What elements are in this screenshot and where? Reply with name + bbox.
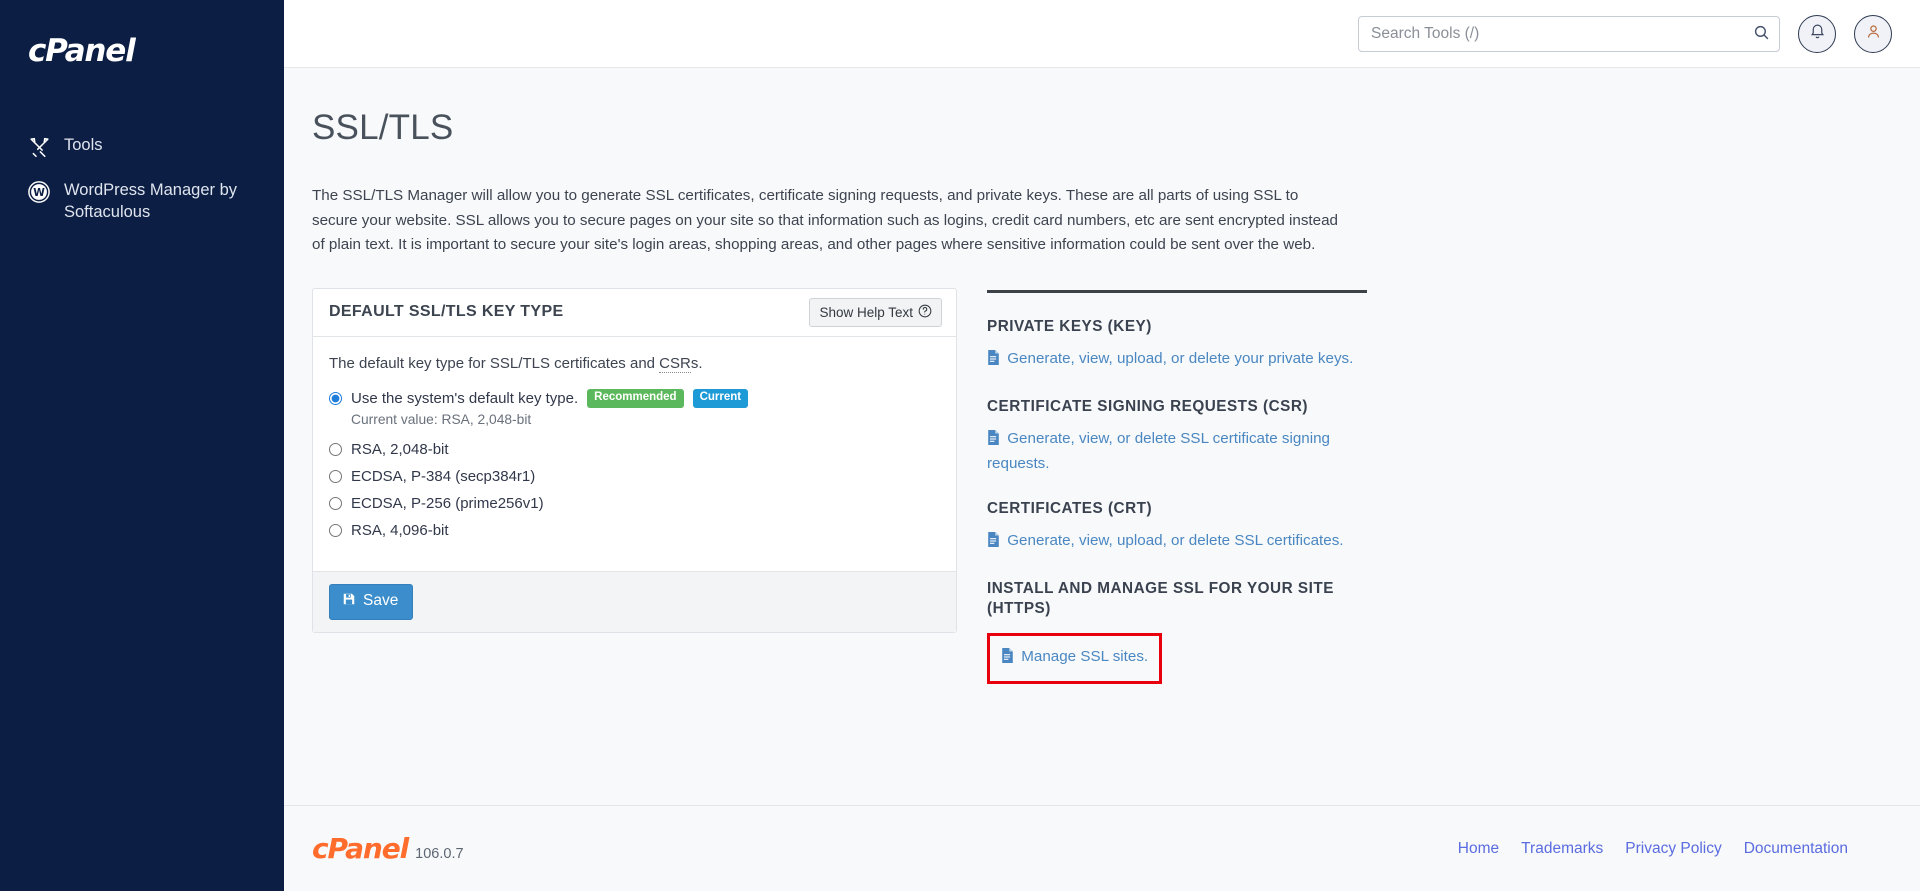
radio-input-system-default[interactable] — [329, 391, 342, 405]
panel-section-certificates: CERTIFICATES (CRT) Generate, view, uploa… — [987, 499, 1367, 555]
save-button[interactable]: Save — [329, 583, 414, 620]
show-help-text-button[interactable]: Show Help Text — [809, 297, 942, 327]
document-icon — [1001, 647, 1018, 667]
link-certificates[interactable]: Generate, view, upload, or delete SSL ce… — [987, 530, 1367, 555]
link-csr[interactable]: Generate, view, or delete SSL certificat… — [987, 428, 1367, 475]
radio-label[interactable]: ECDSA, P-256 (prime256v1) — [351, 495, 544, 512]
link-label: Generate, view, or delete SSL certificat… — [987, 430, 1331, 472]
card-footer: Save — [313, 570, 956, 632]
csr-abbr: CSR — [659, 354, 691, 373]
footer-links: Home Trademarks Privacy Policy Documenta… — [1458, 840, 1848, 858]
wordpress-icon: W — [28, 181, 50, 203]
document-icon — [987, 350, 1004, 369]
link-private-keys[interactable]: Generate, view, upload, or delete your p… — [987, 348, 1367, 373]
badge-current: Current — [692, 389, 749, 408]
question-circle-icon — [918, 304, 932, 321]
radio-option-rsa-2048[interactable]: RSA, 2,048-bit — [329, 437, 940, 462]
sidebar-item-tools[interactable]: Tools — [0, 124, 284, 169]
search-button[interactable] — [1743, 17, 1779, 51]
footer-link-privacy-policy[interactable]: Privacy Policy — [1625, 840, 1721, 858]
panel-heading: PRIVATE KEYS (KEY) — [987, 317, 1152, 335]
footer-link-home[interactable]: Home — [1458, 840, 1499, 858]
card-body: The default key type for SSL/TLS certifi… — [313, 337, 956, 571]
page-title: SSL/TLS — [312, 108, 454, 147]
bell-icon — [1809, 23, 1826, 45]
card-title: DEFAULT SSL/TLS KEY TYPE — [329, 303, 564, 321]
save-button-label: Save — [363, 592, 399, 610]
content-area: SSL/TLS The SSL/TLS Manager will allow y… — [284, 68, 1920, 805]
radio-input-ecdsa-p384[interactable] — [329, 469, 342, 483]
lead-suffix: s. — [690, 354, 703, 372]
sidebar-item-label: Tools — [64, 136, 103, 154]
page-intro-text: The SSL/TLS Manager will allow you to ge… — [312, 187, 1338, 254]
link-label: Generate, view, upload, or delete your p… — [1007, 350, 1354, 368]
radio-label[interactable]: ECDSA, P-384 (secp384r1) — [351, 468, 535, 485]
search-icon — [1753, 24, 1770, 44]
radio-label[interactable]: RSA, 2,048-bit — [351, 441, 449, 458]
panel-heading: CERTIFICATE SIGNING REQUESTS (CSR) — [987, 397, 1308, 415]
page-footer: cPanel 106.0.7 Home Trademarks Privacy P… — [284, 805, 1920, 891]
search-container — [1358, 15, 1780, 52]
radio-label[interactable]: Use the system's default key type. — [351, 390, 578, 407]
radio-input-rsa-4096[interactable] — [329, 523, 342, 537]
radio-option-ecdsa-p384[interactable]: ECDSA, P-384 (secp384r1) — [329, 464, 940, 489]
account-button[interactable] — [1854, 14, 1892, 53]
panel-heading: CERTIFICATES (CRT) — [987, 500, 1153, 518]
version-label: 106.0.7 — [415, 845, 464, 862]
link-label: Manage SSL sites. — [1021, 647, 1149, 665]
panel-heading: INSTALL AND MANAGE SSL FOR YOUR SITE (HT… — [987, 579, 1334, 618]
lead-prefix: The default key type for SSL/TLS certifi… — [329, 354, 660, 372]
radio-label[interactable]: RSA, 4,096-bit — [351, 522, 449, 539]
top-header — [284, 0, 1920, 68]
badge-recommended: Recommended — [587, 389, 684, 408]
card-header: DEFAULT SSL/TLS KEY TYPE Show Help Text — [313, 289, 956, 337]
sidebar-nav: Tools W WordPress Manager by Softaculous — [0, 124, 284, 235]
notifications-button[interactable] — [1798, 14, 1836, 53]
manage-ssl-sites-highlight: Manage SSL sites. — [987, 632, 1163, 685]
radio-option-rsa-4096[interactable]: RSA, 4,096-bit — [329, 518, 940, 543]
link-label: Generate, view, upload, or delete SSL ce… — [1007, 532, 1344, 550]
ssl-resources-panel: PRIVATE KEYS (KEY) Generate, view, uploa… — [987, 288, 1367, 685]
radio-input-rsa-2048[interactable] — [329, 442, 342, 456]
sidebar-brand[interactable]: cPanel — [0, 24, 284, 88]
help-button-label: Show Help Text — [819, 304, 913, 320]
panel-section-csr: CERTIFICATE SIGNING REQUESTS (CSR) Gener… — [987, 397, 1367, 475]
sidebar-item-label: WordPress Manager by Softaculous — [64, 181, 238, 221]
panel-section-install-manage-ssl: INSTALL AND MANAGE SSL FOR YOUR SITE (HT… — [987, 579, 1367, 685]
radio-input-ecdsa-p256[interactable] — [329, 496, 342, 510]
footer-brand: cPanel 106.0.7 — [312, 831, 464, 865]
radio-option-system-default[interactable]: Use the system's default key type. Recom… — [329, 386, 940, 411]
sidebar-item-wordpress-manager[interactable]: W WordPress Manager by Softaculous — [0, 169, 284, 235]
left-sidebar: cPanel Tools W WordPress Manager by Soft… — [0, 0, 284, 891]
default-key-type-card: DEFAULT SSL/TLS KEY TYPE Show Help Text — [312, 287, 957, 633]
document-icon — [987, 430, 1004, 449]
user-icon — [1865, 23, 1882, 45]
main-region: SSL/TLS The SSL/TLS Manager will allow y… — [284, 0, 1920, 891]
radio-option-ecdsa-p256[interactable]: ECDSA, P-256 (prime256v1) — [329, 491, 940, 516]
cpanel-app: cPanel Tools W WordPress Manager by Soft… — [0, 0, 1920, 891]
tools-icon — [28, 136, 50, 158]
cpanel-logo: cPanel — [28, 33, 136, 69]
content-columns: DEFAULT SSL/TLS KEY TYPE Show Help Text — [312, 287, 1848, 685]
svg-text:W: W — [33, 187, 45, 199]
card-lead-text: The default key type for SSL/TLS certifi… — [329, 354, 940, 373]
footer-link-trademarks[interactable]: Trademarks — [1521, 840, 1603, 858]
panel-divider — [987, 289, 1367, 293]
current-value-note: Current value: RSA, 2,048-bit — [351, 411, 532, 427]
floppy-disk-icon — [342, 592, 356, 611]
document-icon — [987, 532, 1004, 551]
key-type-radio-group: Use the system's default key type. Recom… — [329, 386, 940, 543]
search-input[interactable] — [1358, 15, 1780, 52]
panel-section-private-keys: PRIVATE KEYS (KEY) Generate, view, uploa… — [987, 317, 1367, 373]
footer-link-documentation[interactable]: Documentation — [1744, 840, 1848, 858]
cpanel-footer-logo: cPanel — [312, 831, 409, 865]
link-manage-ssl-sites[interactable]: Manage SSL sites. — [1001, 646, 1148, 671]
